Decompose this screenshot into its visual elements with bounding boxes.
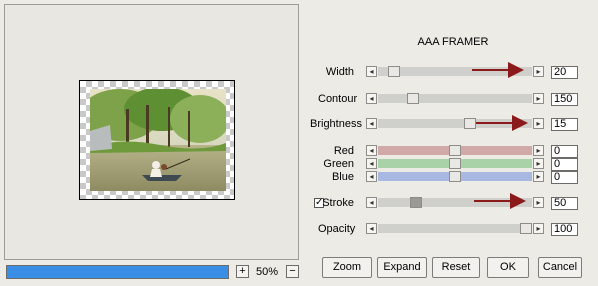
opacity-decrease-arrow[interactable]: ◂: [366, 223, 377, 234]
blue-value-field[interactable]: 0: [551, 171, 578, 184]
stroke-slider[interactable]: ◂ ▸: [366, 197, 544, 209]
red-label: Red: [333, 145, 354, 157]
brightness-label: Brightness: [310, 118, 362, 130]
green-value-field[interactable]: 0: [551, 158, 578, 171]
brightness-slider[interactable]: ◂ ▸: [366, 118, 544, 130]
width-slider-thumb[interactable]: [388, 66, 400, 77]
green-slider-thumb[interactable]: [449, 158, 461, 169]
opacity-value-field[interactable]: 100: [551, 223, 578, 236]
progress-bar: [6, 265, 229, 279]
zoom-out-button[interactable]: −: [286, 265, 299, 278]
green-label: Green: [323, 158, 354, 170]
width-decrease-arrow[interactable]: ◂: [366, 66, 377, 77]
reset-button[interactable]: Reset: [432, 257, 480, 278]
red-slider[interactable]: ◂ ▸: [366, 145, 544, 157]
stroke-value-field[interactable]: 50: [551, 197, 578, 210]
width-increase-arrow[interactable]: ▸: [533, 66, 544, 77]
stroke-increase-arrow[interactable]: ▸: [533, 197, 544, 208]
red-decrease-arrow[interactable]: ◂: [366, 145, 377, 156]
contour-label: Contour: [318, 93, 358, 105]
plugin-title: AAA FRAMER: [417, 36, 489, 48]
contour-slider-thumb[interactable]: [407, 93, 419, 104]
blue-decrease-arrow[interactable]: ◂: [366, 171, 377, 182]
red-slider-thumb[interactable]: [449, 145, 461, 156]
brightness-increase-arrow[interactable]: ▸: [533, 118, 544, 129]
zoom-level: 50%: [255, 266, 279, 278]
framed-preview-image: [79, 80, 235, 200]
stroke-label: Stroke: [322, 197, 354, 209]
blue-slider-thumb[interactable]: [449, 171, 461, 182]
red-value-field[interactable]: 0: [551, 145, 578, 158]
ok-button[interactable]: OK: [487, 257, 529, 278]
stroke-slider-thumb[interactable]: [410, 197, 422, 208]
contour-value-field[interactable]: 150: [551, 93, 578, 106]
zoom-button[interactable]: Zoom: [322, 257, 372, 278]
green-increase-arrow[interactable]: ▸: [533, 158, 544, 169]
blue-increase-arrow[interactable]: ▸: [533, 171, 544, 182]
contour-slider[interactable]: ◂ ▸: [366, 93, 544, 105]
opacity-label: Opacity: [318, 223, 356, 235]
zoom-in-button[interactable]: +: [236, 265, 249, 278]
brightness-decrease-arrow[interactable]: ◂: [366, 118, 377, 129]
brightness-slider-thumb[interactable]: [464, 118, 476, 129]
green-decrease-arrow[interactable]: ◂: [366, 158, 377, 169]
width-slider[interactable]: ◂ ▸: [366, 66, 544, 78]
contour-decrease-arrow[interactable]: ◂: [366, 93, 377, 104]
blue-label: Blue: [331, 171, 354, 183]
stroke-decrease-arrow[interactable]: ◂: [366, 197, 377, 208]
cancel-button[interactable]: Cancel: [538, 257, 582, 278]
opacity-slider-thumb[interactable]: [520, 223, 532, 234]
red-increase-arrow[interactable]: ▸: [533, 145, 544, 156]
opacity-increase-arrow[interactable]: ▸: [533, 223, 544, 234]
width-value-field[interactable]: 20: [551, 66, 578, 79]
width-label: Width: [325, 66, 354, 78]
landscape-painting-image: [90, 89, 226, 191]
expand-button[interactable]: Expand: [377, 257, 427, 278]
blue-slider[interactable]: ◂ ▸: [366, 171, 544, 183]
contour-increase-arrow[interactable]: ▸: [533, 93, 544, 104]
green-slider[interactable]: ◂ ▸: [366, 158, 544, 170]
preview-panel: [4, 4, 299, 260]
opacity-slider[interactable]: ◂ ▸: [366, 223, 544, 235]
brightness-value-field[interactable]: 15: [551, 118, 578, 131]
